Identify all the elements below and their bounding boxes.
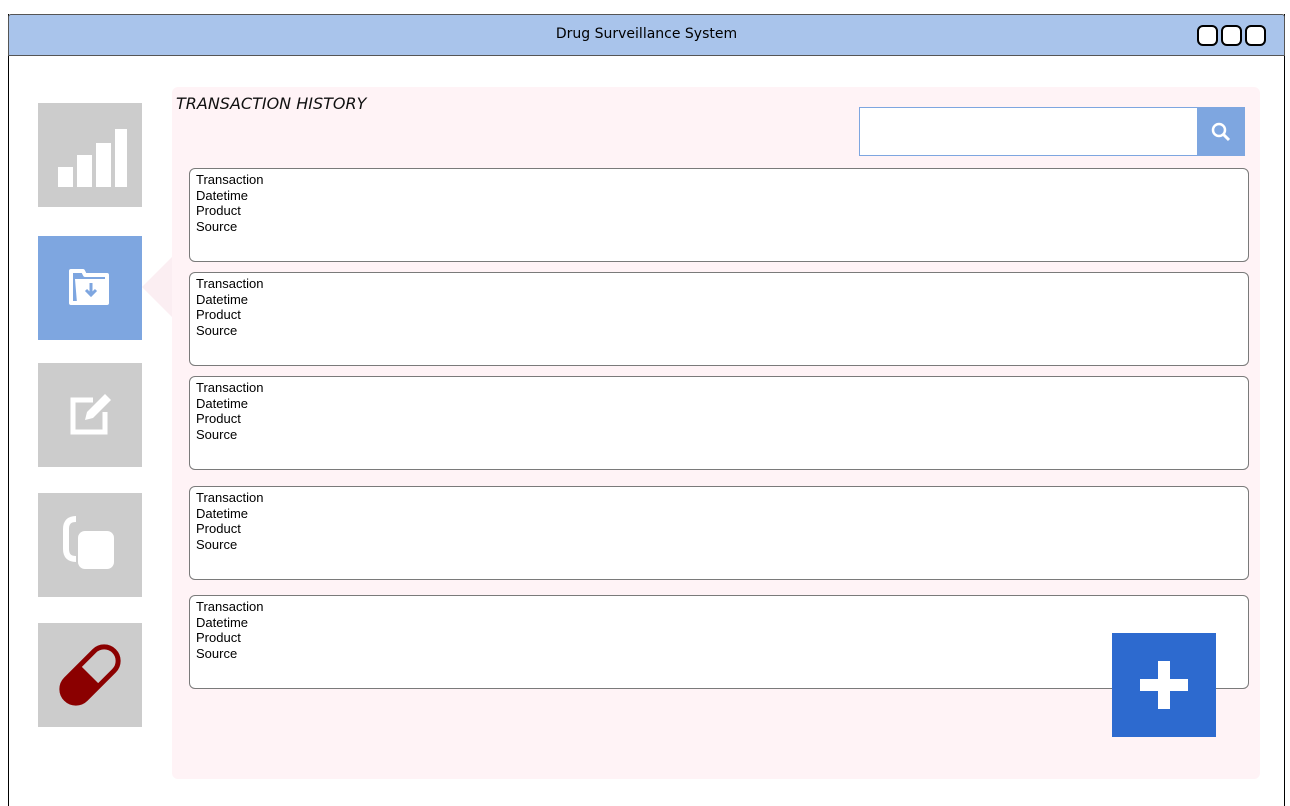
sidebar-item-drugs[interactable]: [38, 623, 142, 727]
datetime-label: Datetime: [196, 187, 249, 203]
folder-download-icon: [69, 269, 109, 305]
source-label: Source: [196, 536, 238, 552]
close-button[interactable]: [1245, 25, 1266, 46]
datetime-label: Datetime: [196, 505, 249, 521]
product-label: Product: [196, 203, 241, 218]
copy-icon: [63, 516, 114, 569]
page-title: TRANSACTION HISTORY: [176, 94, 367, 113]
transaction-label: Transaction: [196, 276, 264, 291]
transaction-card[interactable]: Transaction Datetime Product Source: [189, 486, 1249, 580]
edit-icon: [70, 394, 111, 435]
datetime-label: Datetime: [196, 614, 249, 630]
search-icon: [1211, 122, 1231, 141]
sidebar-item-copy[interactable]: [38, 493, 142, 597]
search-input[interactable]: [859, 107, 1199, 156]
transaction-card[interactable]: Transaction Datetime Product Source: [189, 272, 1249, 366]
pill-icon: [59, 644, 121, 706]
datetime-label: Datetime: [196, 291, 249, 307]
transaction-card[interactable]: Transaction Datetime Product Source: [189, 376, 1249, 470]
transaction-label: Transaction: [196, 490, 264, 505]
add-transaction-button[interactable]: [1112, 633, 1216, 737]
transaction-card[interactable]: Transaction Datetime Product Source: [189, 595, 1249, 689]
maximize-button[interactable]: [1221, 25, 1242, 46]
title-bar: Drug Surveillance System: [8, 14, 1285, 56]
source-label: Source: [196, 645, 238, 661]
sidebar-item-transactions[interactable]: [38, 236, 142, 340]
transaction-label: Transaction: [196, 172, 264, 187]
search-button[interactable]: [1197, 107, 1245, 156]
minimize-button[interactable]: [1197, 25, 1218, 46]
plus-icon: [1140, 661, 1188, 709]
active-pointer: [142, 257, 172, 317]
window-title: Drug Surveillance System: [555, 26, 738, 42]
sidebar-item-edit[interactable]: [38, 363, 142, 467]
source-label: Source: [196, 322, 238, 338]
transaction-label: Transaction: [196, 380, 264, 395]
source-label: Source: [196, 426, 238, 442]
transaction-card[interactable]: Transaction Datetime Product Source: [189, 168, 1249, 262]
datetime-label: Datetime: [196, 395, 249, 411]
transaction-label: Transaction: [196, 599, 264, 614]
source-label: Source: [196, 218, 238, 234]
bar-chart-icon: [58, 129, 127, 187]
product-label: Product: [196, 307, 241, 322]
product-label: Product: [196, 521, 241, 536]
product-label: Product: [196, 411, 241, 426]
product-label: Product: [196, 630, 241, 645]
sidebar-item-statistics[interactable]: [38, 103, 142, 207]
